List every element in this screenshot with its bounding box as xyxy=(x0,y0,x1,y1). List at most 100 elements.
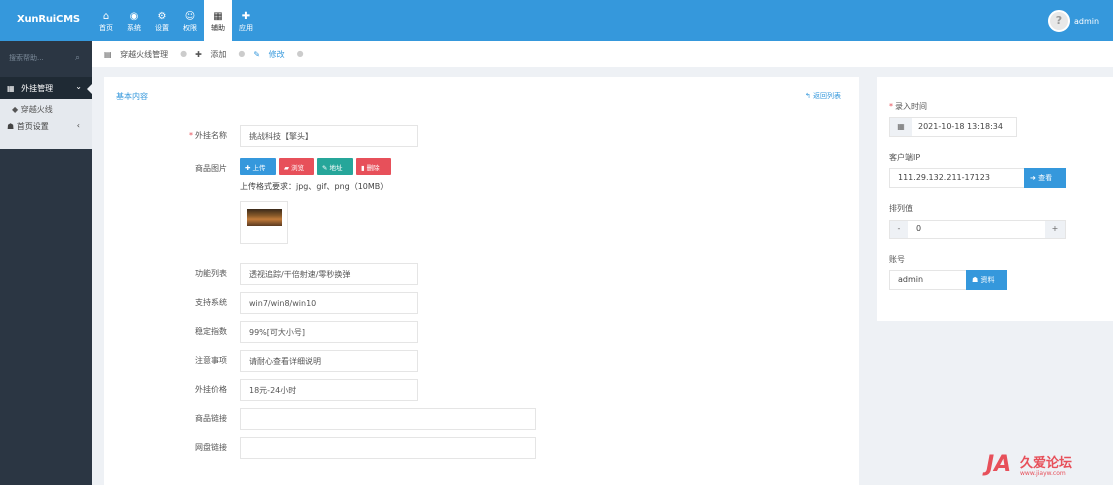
field-product-image: 商品图片 xyxy=(104,158,859,180)
nav-settings-label: 设置 xyxy=(155,24,169,32)
avatar: ? xyxy=(1048,10,1070,32)
breadcrumb: ▤ 穿越火线管理 ● ✚ 添加 ● ✎ 修改 ● xyxy=(92,41,1113,67)
diamond-icon: ◆ xyxy=(12,105,19,114)
sidebar-search[interactable]: 搜索帮助... ⌕ xyxy=(0,41,92,77)
nav-apps[interactable]: ✚ 应用 xyxy=(232,0,260,41)
edit-icon: ✎ xyxy=(253,50,261,59)
watermark-url: www.jiayw.com xyxy=(1020,470,1066,477)
gear-icon: ⚙ xyxy=(157,11,167,22)
entry-time-label: * 录入时间 xyxy=(889,101,927,112)
field-price: 外挂价格 xyxy=(104,379,859,401)
sidebar-item-label: 外挂管理 xyxy=(21,84,54,93)
nav-settings[interactable]: ⚙ 设置 xyxy=(148,0,176,41)
profile-button[interactable]: ☗ 资料 xyxy=(966,270,1007,290)
breadcrumb-label: 穿越火线管理 xyxy=(120,50,169,59)
field-product-link: 商品链接 xyxy=(104,408,859,430)
field-label: 稳定指数 xyxy=(195,327,227,336)
product-link-input[interactable] xyxy=(240,408,536,430)
systems-input[interactable] xyxy=(240,292,418,314)
home-settings-icon: ☗ xyxy=(7,122,15,131)
breadcrumb-item-add[interactable]: ✚ 添加 xyxy=(195,49,232,67)
image-thumbnail[interactable] xyxy=(240,201,288,244)
list-icon: ▤ xyxy=(104,50,112,59)
field-cloud-link: 网盘链接 xyxy=(104,437,859,459)
sidebar-item-label: 穿越火线 xyxy=(20,105,53,114)
order-label: 排列值 xyxy=(889,204,913,213)
sidebar-item-label: 首页设置 xyxy=(16,122,49,131)
entry-time-field[interactable]: ▦ 2021-10-18 13:18:34 xyxy=(889,117,1017,137)
breadcrumb-label: 修改 xyxy=(268,50,285,59)
nav-permissions-label: 权限 xyxy=(183,24,197,32)
account-label: 账号 xyxy=(889,255,905,264)
nav-system[interactable]: ◉ 系统 xyxy=(120,0,148,41)
required-mark: * xyxy=(189,131,193,140)
field-label: 功能列表 xyxy=(195,269,227,278)
user-icon: ☺ xyxy=(184,11,196,22)
breadcrumb-separator: ● xyxy=(296,49,304,58)
upload-toolbar: ✚ 上传 ▰ 浏览 ✎ 地址 ▮ 删除 xyxy=(240,158,394,175)
required-mark: * xyxy=(889,102,893,111)
globe-icon: ◉ xyxy=(129,11,139,22)
sidebar-item-plugin-management[interactable]: ▦ 外挂管理 ⌄ xyxy=(0,77,93,99)
delete-button[interactable]: ▮ 删除 xyxy=(356,158,391,175)
main-form-panel: 基本内容 ↰ 返回列表 *外挂名称 商品图片 ✚ 上传 ▰ 浏览 ✎ 地址 ▮ … xyxy=(104,77,859,485)
nav-assist[interactable]: ▦ 辅助 xyxy=(204,0,232,41)
client-ip-field[interactable]: 111.29.132.211-17123 xyxy=(889,168,1025,188)
side-info-panel: * 录入时间 ▦ 2021-10-18 13:18:34 客户端IP 111.29… xyxy=(877,77,1113,321)
puzzle-icon: ✚ xyxy=(241,11,251,22)
nav-home-label: 首页 xyxy=(99,24,113,32)
grid-icon: ▦ xyxy=(213,11,223,22)
user-name: admin xyxy=(1074,16,1100,26)
breadcrumb-separator: ● xyxy=(180,49,188,58)
field-label-text: 外挂名称 xyxy=(195,131,227,140)
field-features: 功能列表 xyxy=(104,263,859,285)
browse-button[interactable]: ▰ 浏览 xyxy=(279,158,314,175)
upload-button[interactable]: ✚ 上传 xyxy=(240,158,276,175)
stability-input[interactable] xyxy=(240,321,418,343)
notes-input[interactable] xyxy=(240,350,418,372)
chevron-down-icon: ⌄ xyxy=(75,82,82,91)
account-field[interactable]: admin xyxy=(889,270,967,290)
entry-time-label-text: 录入时间 xyxy=(895,102,927,111)
sidebar-item-crossfire[interactable]: ◆ 穿越火线 xyxy=(0,99,92,117)
watermark: JA 久爱论坛 www.jiayw.com xyxy=(986,452,1106,482)
search-input[interactable]: 搜索帮助... xyxy=(9,54,44,62)
plugin-name-input[interactable] xyxy=(240,125,418,147)
search-icon[interactable]: ⌕ xyxy=(75,53,80,63)
field-label: 网盘链接 xyxy=(195,443,227,452)
calendar-icon[interactable]: ▦ xyxy=(890,118,912,136)
field-supported-systems: 支持系统 xyxy=(104,292,859,314)
view-ip-button[interactable]: ➜ 查看 xyxy=(1024,168,1066,188)
features-input[interactable] xyxy=(240,263,418,285)
nav-apps-label: 应用 xyxy=(239,24,253,32)
address-button[interactable]: ✎ 地址 xyxy=(317,158,353,175)
field-label: 注意事项 xyxy=(195,356,227,365)
client-ip-label: 客户端IP xyxy=(889,153,921,162)
field-label: * 外挂名称 xyxy=(189,130,227,141)
field-plugin-name: * 外挂名称 xyxy=(104,125,859,147)
field-label: 商品链接 xyxy=(195,414,227,423)
field-label: 外挂价格 xyxy=(195,385,227,394)
breadcrumb-item-crossfire[interactable]: ▤ 穿越火线管理 xyxy=(104,49,174,67)
nav-system-label: 系统 xyxy=(127,24,141,32)
order-value[interactable]: 0 xyxy=(916,224,921,233)
breadcrumb-label: 添加 xyxy=(210,50,227,59)
nav-home[interactable]: ⌂ 首页 xyxy=(92,0,120,41)
top-nav: ⌂ 首页 ◉ 系统 ⚙ 设置 ☺ 权限 ▦ 辅助 ✚ 应用 xyxy=(92,0,260,41)
plus-icon: ✚ xyxy=(195,50,202,59)
sidebar-item-home-settings[interactable]: ☗ 首页设置 ‹ xyxy=(0,117,92,135)
app-logo[interactable]: XunRuiCMS xyxy=(17,14,80,25)
decrement-button[interactable]: - xyxy=(890,221,908,238)
nav-permissions[interactable]: ☺ 权限 xyxy=(176,0,204,41)
back-to-list-link[interactable]: ↰ 返回列表 xyxy=(805,91,841,101)
nav-assist-label: 辅助 xyxy=(211,24,225,32)
chevron-left-icon: ‹ xyxy=(76,121,80,130)
price-input[interactable] xyxy=(240,379,418,401)
field-label: 商品图片 xyxy=(195,164,227,173)
upload-hint: 上传格式要求：jpg、gif、png（10MB） xyxy=(240,182,389,191)
user-menu[interactable]: ? admin xyxy=(1048,10,1099,32)
increment-button[interactable]: + xyxy=(1045,221,1065,238)
entry-time-value: 2021-10-18 13:18:34 xyxy=(918,122,1003,131)
cloud-link-input[interactable] xyxy=(240,437,536,459)
sidebar-submenu: ◆ 穿越火线 ☗ 首页设置 ‹ xyxy=(0,99,92,149)
